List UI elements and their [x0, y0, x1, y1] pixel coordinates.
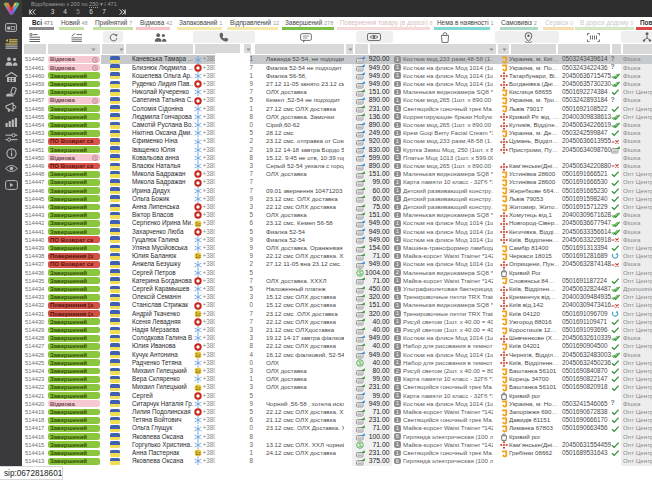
svg-text:1c: 1c: [195, 352, 201, 358]
svg-text:1c: 1c: [195, 450, 201, 456]
svg-text:1c: 1c: [195, 253, 201, 259]
svg-text:1c: 1c: [195, 221, 201, 227]
svg-text:1c: 1c: [195, 385, 201, 391]
svg-text:1c: 1c: [195, 311, 201, 317]
svg-text:1c: 1c: [195, 368, 201, 374]
